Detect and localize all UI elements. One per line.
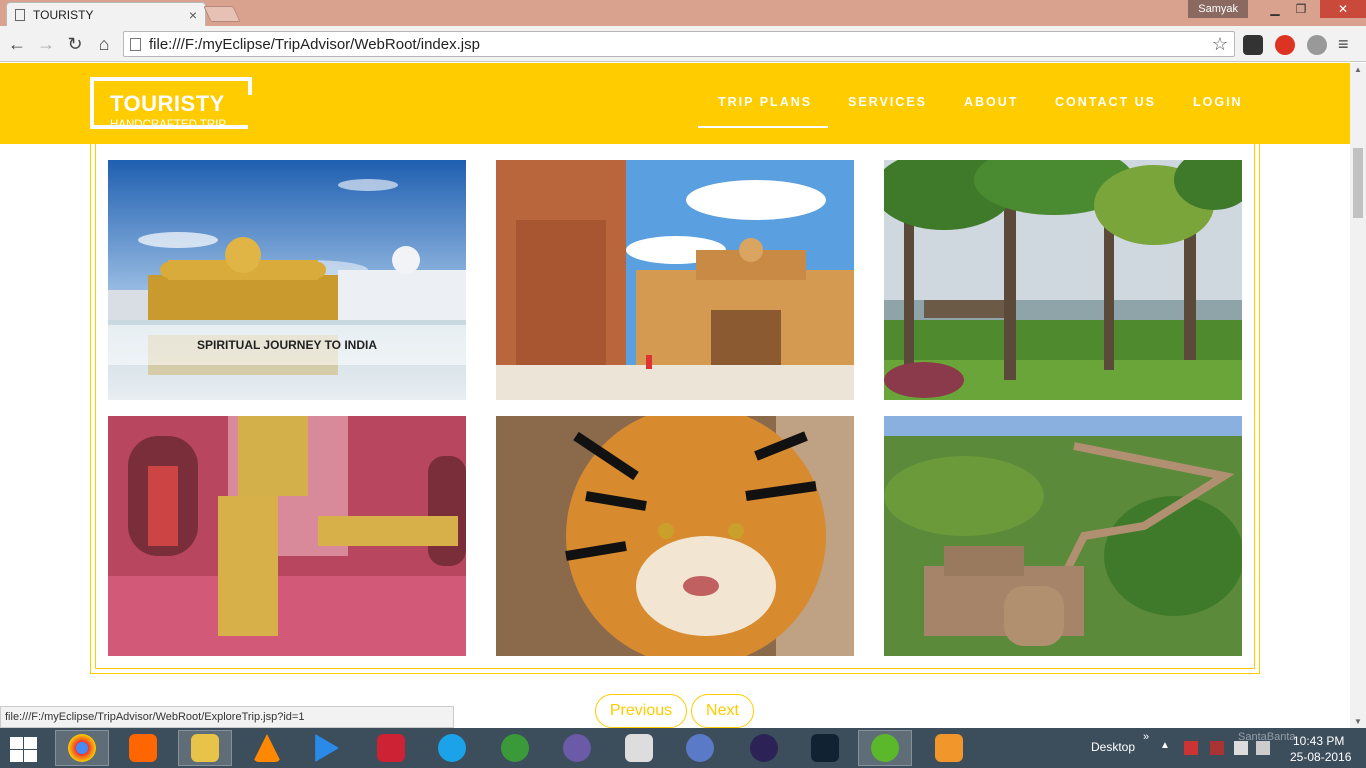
start-button[interactable]: [8, 736, 38, 762]
taskbar-file-explorer-icon[interactable]: [178, 730, 232, 766]
reload-icon[interactable]: ↻: [63, 32, 87, 56]
profile-badge[interactable]: Samyak: [1188, 0, 1248, 18]
taskbar-globe-app-icon[interactable]: [488, 730, 542, 766]
forward-icon[interactable]: →: [34, 32, 58, 56]
taskbar-media-player-icon[interactable]: [298, 730, 352, 766]
scroll-down-icon[interactable]: ▼: [1354, 717, 1362, 726]
tray-battery-icon[interactable]: [1234, 741, 1248, 755]
document-icon: [15, 8, 25, 21]
tile-caption: SPIRITUAL JOURNEY TO INDIA: [108, 325, 466, 365]
taskbar-skype-icon[interactable]: [425, 730, 479, 766]
trip-tile-kerala-palms[interactable]: [884, 160, 1242, 400]
nav-services[interactable]: SERVICES: [848, 95, 927, 109]
trip-tile-amber-fort[interactable]: [496, 160, 854, 400]
kerala-palms-image: [884, 160, 1242, 400]
taskbar-dolphin-icon[interactable]: [673, 730, 727, 766]
taskbar-notepad-icon[interactable]: [612, 730, 666, 766]
taskbar-eclipse-icon[interactable]: [737, 730, 791, 766]
url-input[interactable]: [149, 35, 1212, 53]
close-window-button[interactable]: ✕: [1320, 0, 1366, 18]
taskbar-tor-icon[interactable]: [550, 730, 604, 766]
tab-close-icon[interactable]: ×: [189, 7, 197, 23]
browser-tab[interactable]: TOURISTY ×: [6, 2, 206, 26]
address-bar[interactable]: ☆: [123, 31, 1235, 57]
scroll-up-icon[interactable]: ▲: [1354, 65, 1362, 74]
tiger-image: [496, 416, 854, 656]
status-bar-url: file:///F:/myEclipse/TripAdvisor/WebRoot…: [0, 706, 454, 728]
taskbar-vlc-icon[interactable]: [240, 730, 294, 766]
taskbar-uc-browser-icon[interactable]: [116, 730, 170, 766]
amber-fort-image: [496, 160, 854, 400]
site-logo[interactable]: TOURISTY HANDCRAFTED TRIP: [90, 77, 252, 131]
windows-taskbar: Desktop » ▲ SantaBanta 10:43 PM 25-08-20…: [0, 728, 1366, 768]
trip-tile-golden-temple[interactable]: SPIRITUAL JOURNEY TO INDIA: [108, 160, 466, 400]
taskbar-chrome-icon[interactable]: [55, 730, 109, 766]
vertical-scrollbar[interactable]: ▲ ▼: [1350, 63, 1366, 728]
browser-toolbar: ← → ↻ ⌂ ☆ ≡: [0, 26, 1366, 62]
previous-button[interactable]: Previous: [595, 694, 687, 728]
nav-contact-us[interactable]: CONTACT US: [1055, 95, 1156, 109]
back-icon[interactable]: ←: [5, 32, 29, 56]
logo-title: TOURISTY: [110, 91, 225, 116]
site-header: TOURISTY HANDCRAFTED TRIP TRIP PLANS SER…: [0, 63, 1350, 144]
logo-subtitle: HANDCRAFTED TRIP: [110, 119, 227, 131]
minimize-button[interactable]: ▁: [1262, 0, 1288, 18]
taskbar-me-app-icon[interactable]: [798, 730, 852, 766]
nav-about[interactable]: ABOUT: [964, 95, 1018, 109]
nav-active-indicator: [698, 126, 828, 128]
tray-flag-icon[interactable]: [1184, 741, 1198, 755]
extension-globe-icon[interactable]: [1307, 35, 1327, 55]
tray-overflow-icon[interactable]: ▲: [1160, 740, 1170, 751]
desktop-toolbar-label[interactable]: Desktop: [1091, 740, 1135, 754]
next-button[interactable]: Next: [691, 694, 754, 728]
trip-tile-fort-ruins[interactable]: [884, 416, 1242, 656]
tray-network-icon[interactable]: [1210, 741, 1224, 755]
clock-date[interactable]: 25-08-2016: [1290, 750, 1351, 764]
tab-title: TOURISTY: [33, 7, 94, 22]
tray-volume-icon[interactable]: [1256, 741, 1270, 755]
new-tab-button[interactable]: [203, 6, 241, 22]
trip-tile-tiger[interactable]: [496, 416, 854, 656]
watermark-text: SantaBanta: [1238, 731, 1296, 743]
home-icon[interactable]: ⌂: [92, 32, 116, 56]
scroll-thumb[interactable]: [1353, 148, 1363, 218]
extension-opera-icon[interactable]: [1275, 35, 1295, 55]
window-titlebar: TOURISTY × Samyak ▁ ❐ ✕: [0, 0, 1366, 26]
trip-tile-buddha[interactable]: [108, 416, 466, 656]
nav-login[interactable]: LOGIN: [1193, 95, 1243, 109]
taskbar-screen-recorder-icon[interactable]: [364, 730, 418, 766]
page-viewport: TOURISTY HANDCRAFTED TRIP TRIP PLANS SER…: [0, 63, 1350, 728]
nav-trip-plans[interactable]: TRIP PLANS: [718, 95, 812, 109]
clock-time[interactable]: 10:43 PM: [1293, 734, 1344, 748]
extension-ghostery-icon[interactable]: [1243, 35, 1263, 55]
toolbar-expand-icon[interactable]: »: [1143, 731, 1149, 743]
maximize-button[interactable]: ❐: [1288, 0, 1314, 18]
taskbar-dreamweaver-icon[interactable]: [858, 730, 912, 766]
taskbar-server-app-icon[interactable]: [922, 730, 976, 766]
fort-ruins-image: [884, 416, 1242, 656]
bookmark-star-icon[interactable]: ☆: [1212, 34, 1228, 55]
buddha-statue-image: [108, 416, 466, 656]
page-icon: [130, 37, 141, 51]
hamburger-menu-icon[interactable]: ≡: [1338, 34, 1349, 55]
